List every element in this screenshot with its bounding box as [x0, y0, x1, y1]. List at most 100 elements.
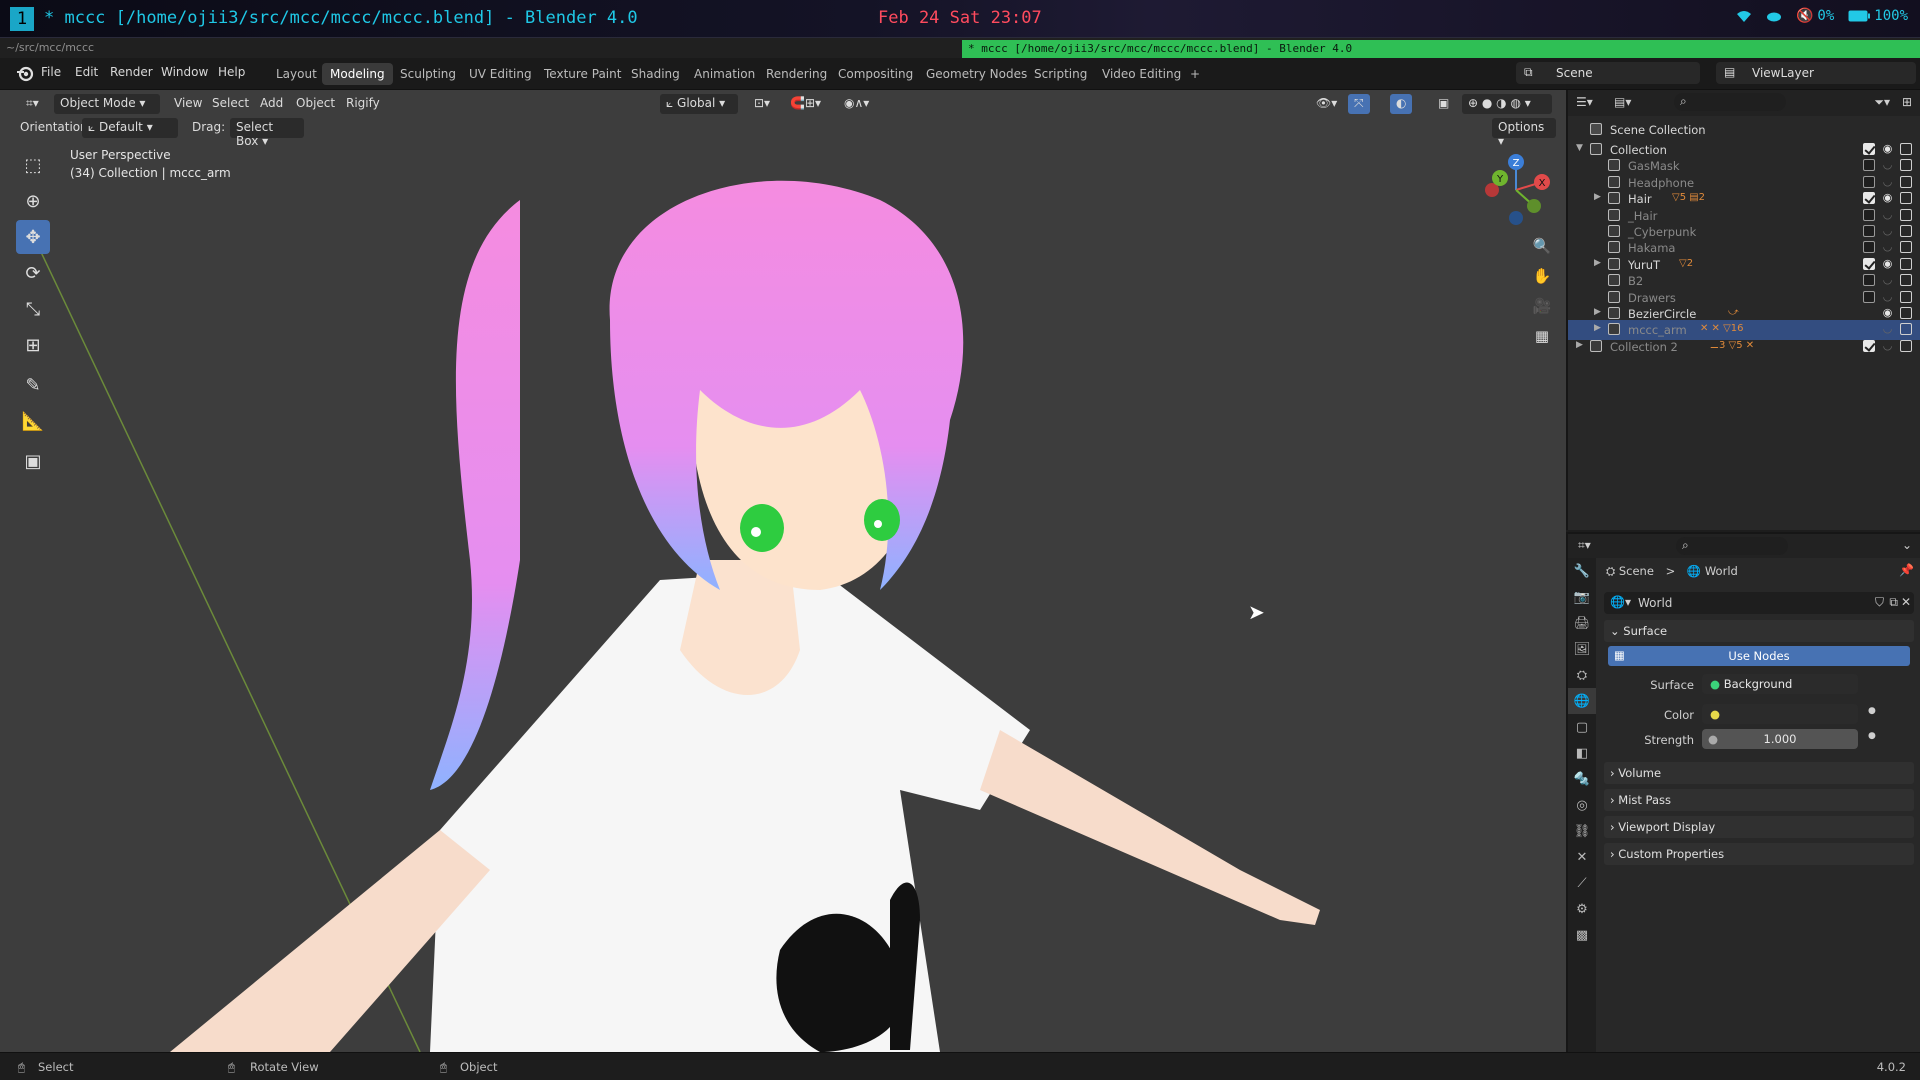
exclude-checkbox[interactable] [1863, 241, 1875, 254]
outliner-editor-icon[interactable]: ☰▾ [1576, 95, 1593, 109]
exclude-checkbox[interactable] [1863, 290, 1875, 303]
ortho-grid-icon[interactable]: ▦ [1528, 322, 1556, 350]
new-collection-icon[interactable]: ⊞ [1902, 95, 1912, 109]
tab-layout[interactable]: Layout [268, 63, 325, 85]
menu-select[interactable]: Select [206, 94, 255, 114]
collapse-arrow-icon[interactable]: ▶ [1576, 340, 1583, 350]
render-camera-icon[interactable] [1900, 290, 1912, 303]
output-tab-icon[interactable]: 🖨 [1568, 610, 1596, 636]
drag-dropdown[interactable]: Select Box ▾ [230, 118, 304, 148]
render-camera-icon[interactable] [1900, 225, 1912, 237]
eye-closed-icon[interactable]: ◡ [1881, 159, 1894, 171]
render-camera-icon[interactable] [1900, 241, 1912, 254]
menu-render[interactable]: Render [110, 65, 153, 79]
eye-closed-icon[interactable]: ◡ [1881, 208, 1894, 221]
tab-texture-paint[interactable]: Texture Paint [536, 63, 629, 85]
render-camera-icon[interactable] [1900, 274, 1912, 287]
menu-window[interactable]: Window [161, 65, 208, 79]
add-cube-tool-icon[interactable]: ▣ [16, 444, 50, 478]
viewport-display-panel-header[interactable]: › Viewport Display [1604, 816, 1914, 838]
properties-editor-icon[interactable]: ⌗▾ [1578, 538, 1591, 553]
menu-object[interactable]: Object [290, 94, 341, 114]
scene-selector[interactable]: ⧉ Scene [1516, 62, 1700, 84]
collapse-arrow-icon[interactable]: ▶ [1594, 258, 1601, 268]
properties-search-input[interactable]: ⌕ [1676, 537, 1788, 555]
options-dropdown[interactable]: Options ▾ [1492, 118, 1556, 148]
mode-dropdown[interactable]: Object Mode ▾ [54, 94, 160, 114]
mist-pass-panel-header[interactable]: › Mist Pass [1604, 789, 1914, 811]
menu-file[interactable]: File [41, 65, 61, 79]
world-datablock-selector[interactable]: 🌐▾ World ⛉ ⧉ ✕ [1604, 592, 1914, 614]
wifi-icon[interactable] [1736, 10, 1752, 23]
render-camera-icon[interactable] [1900, 339, 1912, 352]
view-layer-tab-icon[interactable]: 🖼 [1568, 636, 1596, 662]
tab-compositing[interactable]: Compositing [830, 63, 921, 85]
render-camera-icon[interactable] [1900, 159, 1912, 172]
battery-indicator[interactable]: 100% [1848, 8, 1908, 24]
overlay-toggle-icon[interactable]: ◐ [1390, 94, 1413, 114]
exclude-checkbox[interactable] [1863, 143, 1875, 155]
properties-panel[interactable]: ⌗▾ ⌕ ⌄ 🔧 📷 🖨 🖼 ⛭ 🌐 ▢ ◧ 🔩 ◎ ⛓ ✕ ⟋ ⚙ ▩ ⛭ S… [1566, 532, 1920, 1054]
tab-geometry-nodes[interactable]: Geometry Nodes [918, 63, 1035, 85]
exclude-checkbox[interactable] [1863, 175, 1875, 188]
use-nodes-button[interactable]: ▦ Use Nodes [1608, 646, 1910, 666]
world-tab-icon[interactable]: 🌐 [1568, 688, 1596, 714]
chevron-down-icon[interactable]: ⌄ [1902, 538, 1912, 552]
render-camera-icon[interactable] [1900, 143, 1912, 155]
child-count-badge[interactable]: ▽5 ▤2 [1672, 192, 1705, 203]
constraint-tab-icon[interactable]: ⛓ [1568, 818, 1596, 844]
keyframe-dot-icon[interactable]: ● [1868, 706, 1876, 716]
pivot-icon[interactable]: ⊡▾ [748, 94, 776, 114]
collection-tab-icon[interactable]: ▢ [1568, 714, 1596, 740]
exclude-checkbox[interactable] [1863, 225, 1875, 237]
render-camera-icon[interactable] [1900, 307, 1912, 319]
tab-uv-editing[interactable]: UV Editing [461, 63, 540, 85]
move-tool-icon[interactable]: ✥ [16, 220, 50, 254]
texture-tab-icon[interactable]: ▩ [1568, 922, 1596, 948]
child-count-badge[interactable]: ⚊3 ▽5 ✕ [1710, 340, 1754, 351]
tab-sculpting[interactable]: Sculpting [392, 63, 464, 85]
tab-shading[interactable]: Shading [623, 63, 688, 85]
zoom-icon[interactable]: 🔍 [1528, 232, 1556, 260]
measure-tool-icon[interactable]: 📐 [16, 404, 50, 438]
tab-rendering[interactable]: Rendering [758, 63, 835, 85]
custom-properties-panel-header[interactable]: › Custom Properties [1604, 843, 1914, 865]
transform-tool-icon[interactable]: ⊞ [16, 328, 50, 362]
bone-tab-icon[interactable]: ⟋ [1568, 870, 1596, 896]
add-workspace-button[interactable]: + [1182, 63, 1208, 85]
armature-data-tab-icon[interactable]: ✕ [1568, 844, 1596, 870]
scene-tab-icon[interactable]: ⛭ [1568, 662, 1596, 688]
exclude-checkbox[interactable] [1863, 208, 1875, 221]
shading-mode-icons[interactable]: ⊕ ● ◑ ◍ ▾ [1462, 94, 1552, 114]
scale-tool-icon[interactable]: ⤡ [16, 292, 50, 326]
snap-icon[interactable]: 🧲⊞▾ [784, 94, 827, 114]
strength-slider[interactable]: ● 1.000 [1702, 729, 1858, 749]
eye-closed-icon[interactable]: ◡ [1881, 290, 1894, 303]
modifier-tab-icon[interactable]: 🔩 [1568, 766, 1596, 792]
render-camera-icon[interactable] [1900, 175, 1912, 188]
render-camera-icon[interactable] [1900, 192, 1912, 205]
pin-icon[interactable]: 📌 [1899, 563, 1914, 577]
tab-video-editing[interactable]: Video Editing [1094, 63, 1189, 85]
render-camera-icon[interactable] [1900, 323, 1912, 336]
filter-icon[interactable]: ⏷▾ [1874, 95, 1890, 110]
close-icon[interactable]: ✕ [1901, 595, 1911, 609]
3d-viewport[interactable]: ⌗▾ Object Mode ▾ View Select Add Object … [0, 90, 1566, 1052]
eye-icon[interactable]: ◉ [1881, 192, 1894, 204]
navigation-gizmo[interactable]: Z Y X [1476, 150, 1556, 230]
editor-type-button[interactable]: ⌗▾ [20, 94, 45, 114]
child-count-badge[interactable]: ✕ ✕ ▽16 [1700, 323, 1744, 334]
menu-add[interactable]: Add [254, 94, 289, 114]
workspace-indicator[interactable]: 1 [10, 7, 34, 31]
menu-view[interactable]: View [168, 94, 208, 114]
outliner-search-input[interactable]: ⌕ [1674, 93, 1786, 111]
collapse-arrow-icon[interactable]: ▶ [1594, 192, 1601, 202]
transform-orientation-dropdown[interactable]: ⟀ Global ▾ [660, 94, 738, 114]
cloud-icon[interactable] [1766, 10, 1782, 22]
pan-hand-icon[interactable]: ✋ [1528, 262, 1556, 290]
exclude-checkbox[interactable] [1863, 257, 1875, 270]
keyframe-dot-icon[interactable]: ● [1868, 731, 1876, 741]
eye-icon[interactable]: ◉ [1881, 257, 1894, 270]
proportional-edit-icon[interactable]: ◉∧▾ [838, 94, 875, 114]
eye-icon[interactable]: ◉ [1881, 143, 1894, 155]
